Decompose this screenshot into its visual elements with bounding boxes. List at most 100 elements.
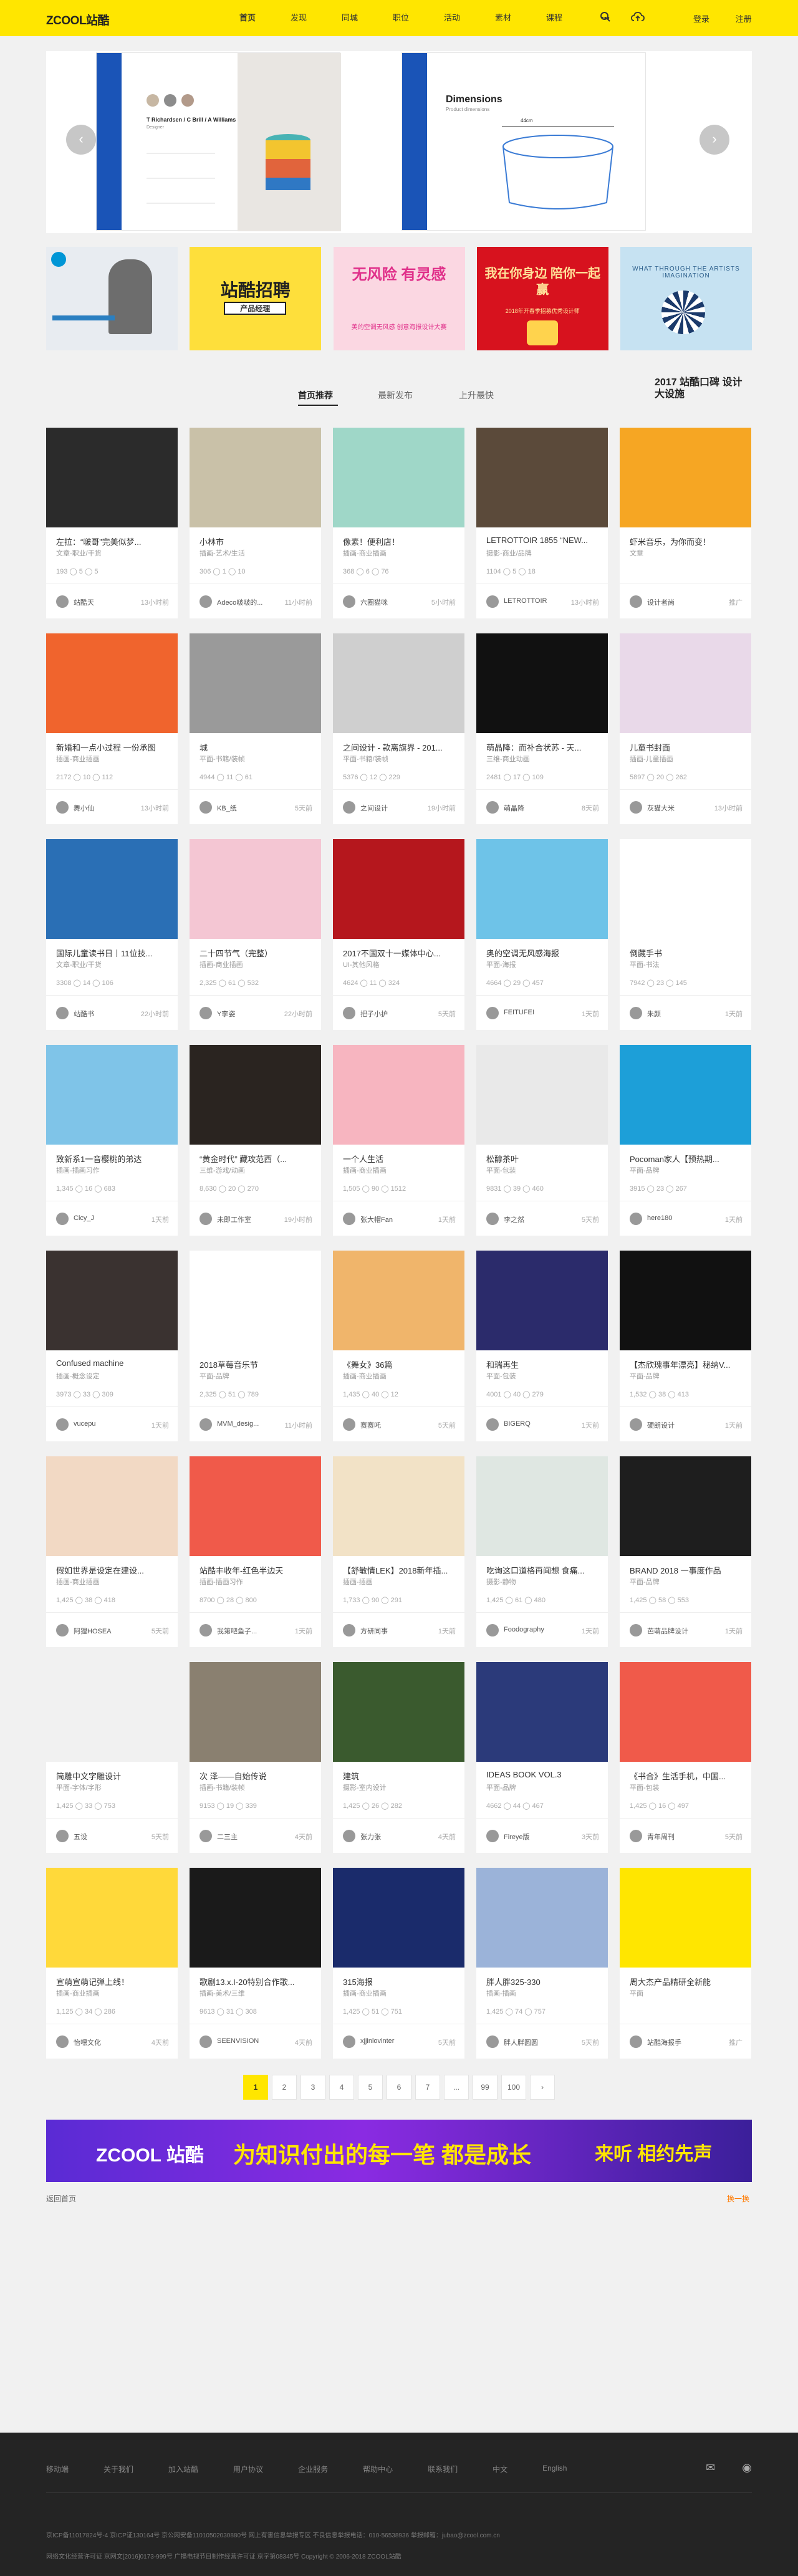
work-card[interactable]: 假如世界是设定在建设... 插画-商业插画 1,425 ◯ 38 ◯ 418 阿狸HO…	[46, 1456, 178, 1647]
author-name[interactable]: 站酷海报手	[647, 2037, 681, 2047]
work-card[interactable]: 站酷丰收年-红色半边天 插画-插画习作 8700 ◯ 28 ◯ 800 我第吧鱼子..…	[190, 1456, 321, 1647]
work-card[interactable]: 城平面-书籍/装帧 4944 ◯ 11 ◯ 61 KB_纸 5天前	[190, 633, 321, 824]
register-link[interactable]: 注册	[736, 14, 752, 24]
author-avatar[interactable]	[200, 1007, 212, 1019]
work-card[interactable]: 虾米音乐，为你而变！ 文章 设计者尚 推广	[620, 428, 751, 618]
work-title[interactable]: 像素！便利店！	[343, 536, 456, 547]
author-avatar[interactable]	[486, 2035, 499, 2048]
footer-link-join[interactable]: 加入站酷	[168, 2464, 198, 2474]
search-icon[interactable]	[600, 11, 611, 26]
footer-link-mobile[interactable]: 移动端	[46, 2464, 69, 2474]
footer-link-help[interactable]: 帮助中心	[363, 2464, 393, 2474]
work-thumbnail[interactable]	[333, 839, 464, 939]
work-thumbnail[interactable]	[46, 633, 178, 733]
work-title[interactable]: BRAND 2018 一事度作品	[630, 1564, 743, 1576]
author-name[interactable]: 萌晶降	[504, 803, 524, 813]
author-avatar[interactable]	[200, 2035, 212, 2048]
author-avatar[interactable]	[56, 595, 69, 608]
footer-link-english[interactable]: English	[542, 2464, 567, 2474]
work-thumbnail[interactable]	[190, 1662, 321, 1762]
author-avatar[interactable]	[200, 1830, 212, 1842]
author-name[interactable]: 把子小护	[360, 1009, 388, 1019]
author-avatar[interactable]	[343, 2035, 355, 2048]
author-name[interactable]: 张大帽Fan	[360, 1214, 393, 1224]
author-name[interactable]: 阿狸HOSEA	[74, 1626, 112, 1636]
author-avatar[interactable]	[200, 595, 212, 608]
author-avatar[interactable]	[56, 1624, 69, 1636]
author-name[interactable]: SEENVISION	[217, 2037, 259, 2045]
work-thumbnail[interactable]	[620, 1045, 751, 1145]
work-thumbnail[interactable]	[190, 839, 321, 939]
work-card[interactable]: 建筑 摄影-室内设计 1,425 ◯ 26 ◯ 282 张力张 4天前	[333, 1662, 464, 1853]
work-thumbnail[interactable]	[46, 428, 178, 527]
author-avatar[interactable]	[56, 1213, 69, 1225]
work-card[interactable]: LETROTTOIR 1855 “NEW... 摄影-商业/品牌 1104 ◯ 5 …	[476, 428, 608, 618]
work-card[interactable]: 胖人胖325-330 插画-插画 1,425 ◯ 74 ◯ 757 胖人胖圆圆 5天前	[476, 1868, 608, 2059]
author-name[interactable]: 站酷书	[74, 1009, 94, 1019]
work-card[interactable]: 歌剧13.x.I-20特别合作歌... 插画-美术/三维 9613 ◯ 31 ◯ 3…	[190, 1868, 321, 2059]
work-card[interactable]: 次 泽——自始传说 插画-书籍/装帧 9153 ◯ 19 ◯ 339 二三主 4天前	[190, 1662, 321, 1853]
banner-next-button[interactable]: ›	[699, 125, 729, 155]
author-name[interactable]: 赛赛吒	[360, 1420, 381, 1430]
tab-recommended[interactable]: 首页推荐	[298, 389, 333, 401]
work-thumbnail[interactable]	[620, 839, 751, 939]
work-thumbnail[interactable]	[476, 1251, 608, 1350]
author-avatar[interactable]	[56, 1418, 69, 1431]
nav-jobs[interactable]: 职位	[375, 0, 426, 36]
work-card[interactable]: 致新系1一音樱桃的弟达 插画-插画习作 1,345 ◯ 16 ◯ 683 Cicy_J…	[46, 1045, 178, 1236]
footer-link-agreement[interactable]: 用户协议	[233, 2464, 263, 2474]
work-card[interactable]: “黄金时代” 藏攻范西（... 三维-游戏/动画 8,630 ◯ 20 ◯ 270 未…	[190, 1045, 321, 1236]
work-thumbnail[interactable]	[476, 633, 608, 733]
work-thumbnail[interactable]	[476, 1045, 608, 1145]
work-title[interactable]: 站酷丰收年-红色半边天	[200, 1564, 313, 1576]
author-name[interactable]: 设计者尚	[647, 597, 675, 607]
work-thumbnail[interactable]	[46, 1662, 178, 1762]
work-thumbnail[interactable]	[190, 428, 321, 527]
work-title[interactable]: 2018草莓音乐节	[200, 1358, 313, 1370]
work-title[interactable]: 城	[200, 741, 313, 753]
work-title[interactable]: 致新系1一音樱桃的弟达	[56, 1153, 170, 1165]
work-title[interactable]: Pocoman家人【预热期...	[630, 1153, 743, 1165]
author-name[interactable]: 二三主	[217, 1832, 238, 1842]
page-button[interactable]: 100	[501, 2075, 526, 2100]
work-title[interactable]: 吃询这口道格再闻想 食痛...	[486, 1564, 600, 1576]
work-card[interactable]: 周大杰产品精研全新能 平面 站酷海报手 推广	[620, 1868, 751, 2059]
work-title[interactable]: IDEAS BOOK VOL.3	[486, 1770, 600, 1779]
work-thumbnail[interactable]	[46, 839, 178, 939]
author-name[interactable]: 胖人胖圆圆	[504, 2037, 538, 2047]
work-card[interactable]: 之间设计 - 款离旗界 - 201... 平面-书籍/装帧 5376 ◯ 12 ◯ …	[333, 633, 464, 824]
author-name[interactable]: Cicy_J	[74, 1214, 94, 1222]
work-thumbnail[interactable]	[190, 1251, 321, 1350]
author-name[interactable]: MVM_desig...	[217, 1420, 259, 1428]
work-card[interactable]: 一个人生活 插画-商业插画 1,505 ◯ 90 ◯ 1512 张大帽Fan 1天前	[333, 1045, 464, 1236]
work-thumbnail[interactable]	[190, 1456, 321, 1556]
work-thumbnail[interactable]	[333, 1251, 464, 1350]
work-card[interactable]: 像素！便利店！ 插画-商业插画 368 ◯ 6 ◯ 76 六圈猫咪 5小时前	[333, 428, 464, 618]
page-button[interactable]: ...	[444, 2075, 469, 2100]
nav-courses[interactable]: 课程	[529, 0, 580, 36]
author-name[interactable]: 灰猫大米	[647, 803, 675, 813]
work-title[interactable]: 之间设计 - 款离旗界 - 201...	[343, 741, 456, 753]
author-name[interactable]: Adeco啵啵的...	[217, 597, 262, 607]
work-thumbnail[interactable]	[620, 1456, 751, 1556]
work-card[interactable]: 吃询这口道格再闻想 食痛... 摄影-静物 1,425 ◯ 61 ◯ 480 Food…	[476, 1456, 608, 1647]
author-avatar[interactable]	[630, 1213, 642, 1225]
nav-events[interactable]: 活动	[426, 0, 478, 36]
author-name[interactable]: 未即工作室	[217, 1214, 251, 1224]
author-name[interactable]: 朱颜	[647, 1009, 661, 1019]
work-title[interactable]: 新婚和一点小过程 一份承图	[56, 741, 170, 753]
author-avatar[interactable]	[630, 801, 642, 814]
author-name[interactable]: 怡嘿文化	[74, 2037, 101, 2047]
author-avatar[interactable]	[343, 1418, 355, 1431]
work-card[interactable]: 萌晶降：而补合状苏 - 天... 三维-商业动画 2481 ◯ 17 ◯ 109 萌晶…	[476, 633, 608, 824]
author-avatar[interactable]	[486, 801, 499, 814]
author-avatar[interactable]	[343, 801, 355, 814]
work-title[interactable]: 儿童书封面	[630, 741, 743, 753]
work-card[interactable]: IDEAS BOOK VOL.3 平面-品牌 4662 ◯ 44 ◯ 467 Fire…	[476, 1662, 608, 1853]
work-thumbnail[interactable]	[190, 1045, 321, 1145]
work-card[interactable]: 国际儿童读书日丨11位技... 文章-职业/干货 3308 ◯ 14 ◯ 106 站酷…	[46, 839, 178, 1030]
author-avatar[interactable]	[343, 1624, 355, 1636]
author-avatar[interactable]	[56, 801, 69, 814]
author-avatar[interactable]	[343, 595, 355, 608]
work-title[interactable]: 315海报	[343, 1976, 456, 1987]
